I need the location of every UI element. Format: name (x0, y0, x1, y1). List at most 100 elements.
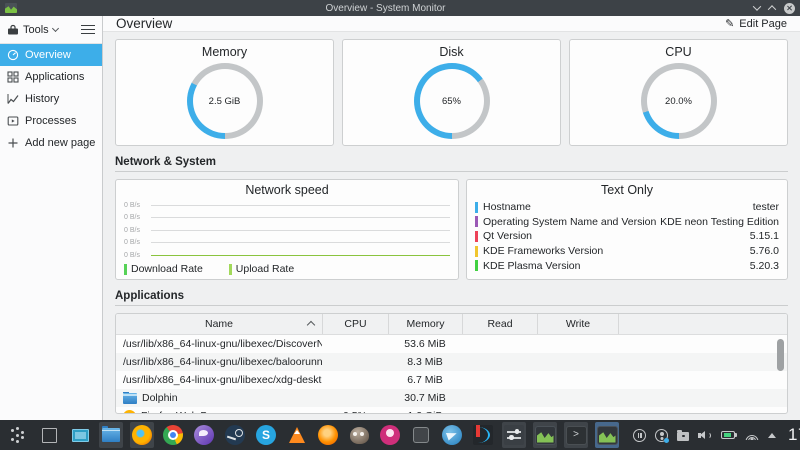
sensor-label: KDE Frameworks Version (483, 245, 750, 257)
window-preview-button[interactable] (68, 422, 92, 448)
tools-menu-label: Tools (23, 24, 49, 36)
task-konsole[interactable]: > (564, 422, 588, 448)
legend-label: Upload Rate (236, 263, 294, 275)
taskbar-skype[interactable]: S (254, 422, 278, 448)
column-header-read[interactable]: Read (462, 314, 537, 334)
window-titlebar[interactable]: Overview - System Monitor (0, 0, 800, 16)
gauge-title: Disk (439, 45, 463, 59)
cpu-gauge-card: CPU 20.0% (569, 39, 788, 146)
plus-icon (7, 137, 19, 149)
task-system-monitor-active[interactable] (595, 422, 619, 448)
table-row[interactable]: /usr/lib/x86_64-linux-gnu/libexec/xdg-de… (116, 371, 787, 389)
app-name-cell: /usr/lib/x86_64-linux-gnu/libexec/baloor… (116, 356, 322, 368)
edit-page-button[interactable]: ✎ Edit Page (725, 17, 787, 30)
sidebar-item-label: Applications (25, 71, 84, 83)
column-header-memory[interactable]: Memory (388, 314, 462, 334)
clock[interactable]: 17:46 (785, 425, 800, 445)
sidebar-header: Tools (0, 16, 102, 44)
taskbar-kdenlive[interactable] (471, 422, 495, 448)
table-row[interactable]: /usr/lib/x86_64-linux-gnu/libexec/Discov… (116, 335, 787, 353)
system-monitor-icon (535, 426, 556, 445)
taskbar-discover[interactable] (440, 422, 464, 448)
page-toolbar: Overview ✎ Edit Page (103, 16, 800, 32)
task-system-monitor[interactable] (533, 422, 557, 448)
network-system-section-header: Network & System (115, 156, 788, 172)
audio-volume-tray-icon[interactable] (698, 429, 712, 441)
taskbar-falkon[interactable] (192, 422, 216, 448)
section-divider (115, 171, 788, 172)
discover-icon (442, 425, 462, 445)
app-name-cell: /usr/lib/x86_64-linux-gnu/libexec/Discov… (116, 338, 322, 350)
taskbar-gimp[interactable] (347, 422, 371, 448)
section-heading: Applications (115, 290, 788, 302)
memory-gauge-value: 2.5 GiB (193, 69, 257, 133)
table-row[interactable]: /usr/lib/x86_64-linux-gnu/libexec/baloor… (116, 353, 787, 371)
taskbar-steam[interactable] (223, 422, 247, 448)
sort-ascending-icon (307, 321, 315, 329)
taskbar-firefox[interactable] (130, 422, 154, 448)
dolphin-icon (102, 428, 120, 442)
taskbar-system-settings[interactable] (502, 422, 526, 448)
table-scrollbar[interactable] (777, 339, 784, 371)
tools-menu-button[interactable]: Tools (7, 24, 58, 36)
hamburger-menu-button[interactable] (81, 25, 95, 35)
wifi-tray-icon[interactable] (744, 431, 759, 440)
expand-tray-icon[interactable] (768, 433, 776, 438)
taskbar-dolphin[interactable] (99, 422, 123, 448)
sensor-row-hostname: Hostname tester (475, 200, 779, 215)
sensor-color-bar (475, 246, 478, 257)
sensor-row-os: Operating System Name and Version KDE ne… (475, 215, 779, 230)
overview-page: Memory 2.5 GiB Disk 65% CPU (103, 32, 800, 422)
system-monitor-window: Tools Overview Applications History Proc… (0, 16, 800, 420)
column-header-blank (618, 314, 787, 334)
gauge-cards-row: Memory 2.5 GiB Disk 65% CPU (115, 39, 788, 146)
close-button[interactable] (784, 3, 795, 14)
system-tray: 17:46 (633, 425, 800, 445)
steam-icon (225, 425, 245, 445)
column-header-name[interactable]: Name (116, 314, 322, 334)
sidebar-item-overview[interactable]: Overview (0, 44, 102, 66)
minimize-button[interactable] (753, 2, 761, 10)
sensor-color-bar (475, 216, 478, 227)
app-memory-cell: 6.7 MiB (388, 374, 462, 386)
chart-title: Network speed (124, 183, 450, 197)
sidebar: Tools Overview Applications History Proc… (0, 16, 103, 420)
taskbar-vlc[interactable] (285, 422, 309, 448)
legend-item-download: Download Rate (124, 263, 203, 275)
gridline (151, 205, 450, 206)
sensor-value: 5.76.0 (750, 245, 779, 257)
dolphin-icon (123, 393, 137, 404)
grid-icon (7, 71, 19, 83)
sidebar-item-applications[interactable]: Applications (0, 66, 102, 88)
table-row[interactable]: Dolphin 30.7 MiB (116, 389, 787, 407)
taskbar-ghost-app[interactable] (409, 422, 433, 448)
column-header-write[interactable]: Write (537, 314, 618, 334)
baseline (151, 255, 450, 256)
konsole-icon: > (566, 426, 587, 445)
app-memory-cell: 8.3 MiB (388, 356, 462, 368)
taskbar-elisa[interactable] (378, 422, 402, 448)
taskbar-chrome[interactable] (161, 422, 185, 448)
window-title: Overview - System Monitor (17, 3, 754, 14)
memory-gauge-ring: 2.5 GiB (187, 63, 263, 139)
vault-tray-icon[interactable] (677, 432, 689, 441)
application-launcher-button[interactable] (6, 422, 30, 448)
table-row[interactable]: Firefox Web Browser 0.5% 1.2 GiB (116, 407, 787, 414)
sensor-label: Hostname (483, 201, 753, 213)
user-status-tray-icon[interactable] (655, 429, 668, 442)
battery-tray-icon[interactable] (721, 431, 735, 439)
sidebar-item-add-new-page[interactable]: Add new page (0, 132, 102, 154)
maximize-button[interactable] (768, 5, 776, 13)
sensor-row-frameworks-version: KDE Frameworks Version 5.76.0 (475, 244, 779, 259)
media-pause-tray-icon[interactable] (633, 429, 646, 442)
virtual-desktop-pager[interactable] (37, 422, 61, 448)
column-header-cpu[interactable]: CPU (322, 314, 388, 334)
sensor-value: 5.15.1 (750, 230, 779, 242)
taskbar-clementine[interactable] (316, 422, 340, 448)
sidebar-item-history[interactable]: History (0, 88, 102, 110)
y-axis-label: 0 B/s (124, 239, 148, 246)
sidebar-item-processes[interactable]: Processes (0, 110, 102, 132)
skype-icon: S (256, 425, 276, 445)
gauge-title: Memory (202, 45, 247, 59)
memory-gauge-card: Memory 2.5 GiB (115, 39, 334, 146)
